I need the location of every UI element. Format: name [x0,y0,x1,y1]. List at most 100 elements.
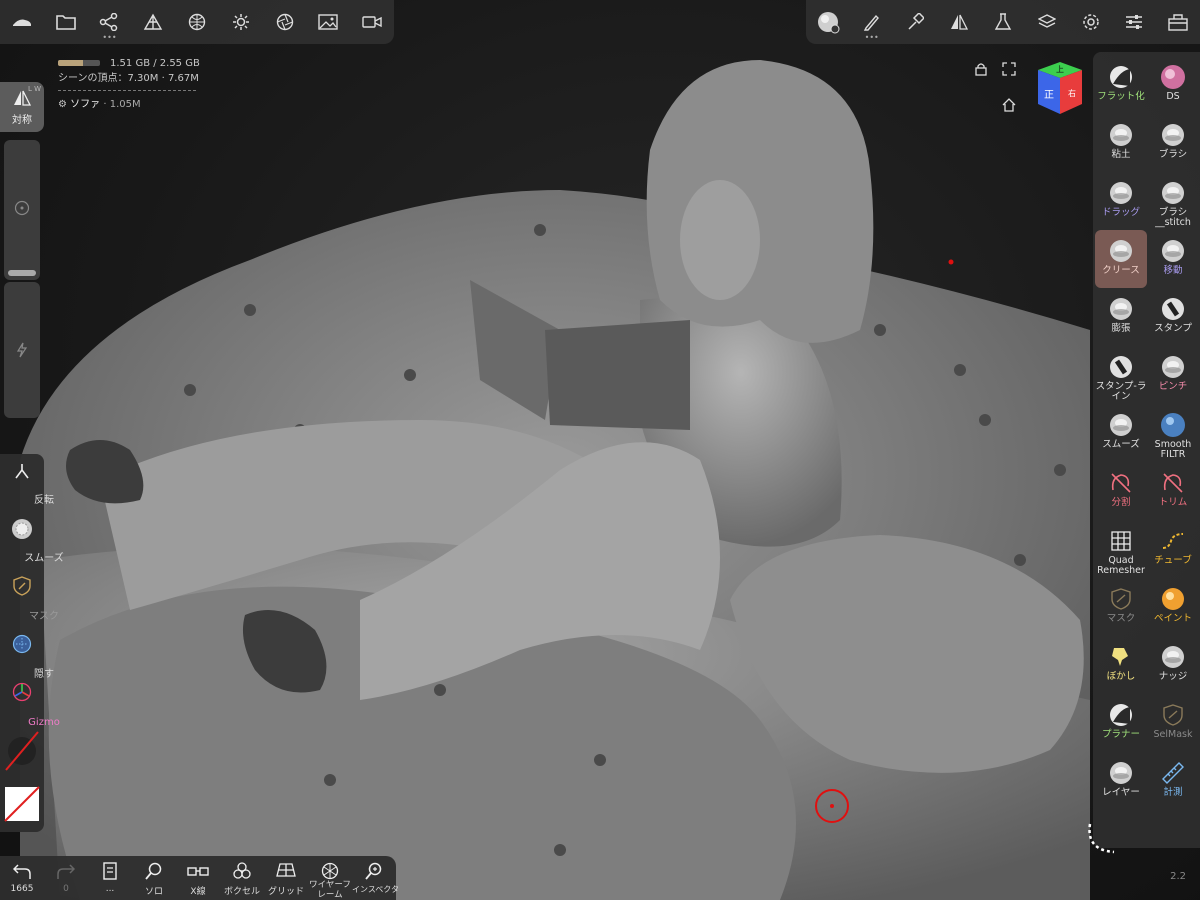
redo-button[interactable]: 0 [44,856,88,900]
radius-icon [14,200,30,216]
tool-smooth[interactable]: スムーズ [1095,404,1147,462]
tool-paint[interactable]: ペイント [1147,578,1199,636]
tool-layer[interactable]: レイヤー [1095,752,1147,810]
inflate-label: 膨張 [1111,323,1131,334]
material-button[interactable] [175,0,219,44]
tool-pinch[interactable]: ピンチ [1147,346,1199,404]
inspector-button[interactable]: インスペクタ [352,856,399,900]
view-cube[interactable]: 上 正 右 [1030,60,1086,116]
solo-label: ソロ [144,887,163,897]
sculpt-viewport[interactable] [0,0,1200,900]
tool-ds[interactable]: DS [1147,56,1199,114]
layers-button[interactable] [1025,0,1069,44]
symmetry-toggle[interactable]: L W 対称 [0,82,44,132]
cube-front-label: 正 [1044,90,1054,101]
object-row[interactable]: ⚙ ソファ · 1.05M [58,97,200,112]
quad-remesher-icon [1108,528,1134,554]
tool-planar[interactable]: プラナー [1095,694,1147,752]
color-swatch-button[interactable] [4,784,40,824]
record-button[interactable] [350,0,394,44]
lighting-button[interactable] [219,0,263,44]
gizmo-button[interactable]: Gizmo [0,676,60,734]
tool-measure[interactable]: 計測 [1147,752,1199,810]
radius-thumb[interactable] [8,270,36,276]
mask-button[interactable]: マスク [0,570,59,628]
tool-flatten[interactable]: フラット化 [1095,56,1147,114]
tool-tube[interactable]: チューブ [1147,520,1199,578]
frame-button[interactable] [1002,62,1016,76]
history-button[interactable]: ... [88,856,132,900]
smooth-icon [11,518,33,540]
matcap-sphere-icon [816,10,840,34]
store-button[interactable] [1156,0,1200,44]
tool-brush-stitch[interactable]: ブラシ__stitch [1147,172,1199,230]
grid-button[interactable]: グリッド [264,856,308,900]
tool-stamp-line[interactable]: スタンプ-ライン [1095,346,1147,404]
wireframe-button[interactable]: ワイヤーフレーム [308,856,352,900]
background-button[interactable] [306,0,350,44]
xray-glasses-icon [187,862,209,880]
drag-label: ドラッグ [1101,207,1140,218]
tool-trim[interactable]: トリム [1147,462,1199,520]
invert-label: 反転 [34,495,54,506]
tool-selmask[interactable]: SelMask [1147,694,1199,752]
interface-button[interactable] [1112,0,1156,44]
home-view-button[interactable] [1002,98,1016,112]
wireframe-label: ワイヤーフレーム [309,880,351,900]
tool-split[interactable]: 分割 [1095,462,1147,520]
memory-bar [58,60,100,66]
magnifier-icon [145,862,163,880]
main-menu-button[interactable] [0,0,44,44]
inflate-icon [1108,296,1134,322]
radius-slider[interactable] [4,140,40,280]
xray-button[interactable]: X線 [176,856,220,900]
paint-icon [1160,586,1186,612]
topology-button[interactable] [131,0,175,44]
smooth-button[interactable]: スムーズ [0,512,64,570]
tool-brush[interactable]: ブラシ [1147,114,1199,172]
tool-move[interactable]: 移動 [1147,230,1199,288]
trim-icon [1160,470,1186,496]
tool-mask[interactable]: マスク [1095,578,1147,636]
material-swatch-button[interactable] [4,730,40,772]
tool-quad-remesher[interactable]: Quad Remesher [1095,520,1147,578]
postprocess-button[interactable] [263,0,307,44]
tools-settings-button[interactable] [981,0,1025,44]
stamp-line-label: スタンプ-ライン [1095,381,1147,402]
material-preview-button[interactable] [806,0,850,44]
stroke-button[interactable] [894,0,938,44]
symmetry-settings-button[interactable] [937,0,981,44]
gear-icon [1082,13,1100,31]
invert-button[interactable]: 反転 [0,454,54,512]
settings-button[interactable] [1069,0,1113,44]
memory-row: 1.51 GB / 2.55 GB [58,56,200,71]
info-divider [58,90,196,91]
tool-inflate[interactable]: 膨張 [1095,288,1147,346]
tool-clay[interactable]: 粘土 [1095,114,1147,172]
brush-settings-button[interactable]: ••• [850,0,894,44]
lock-camera-button[interactable] [974,62,988,76]
intensity-slider[interactable] [4,282,40,418]
history-dots: ... [105,884,115,894]
tool-stamp[interactable]: スタンプ [1147,288,1199,346]
tool-blur[interactable]: ぼかし [1095,636,1147,694]
tool-smooth-filter[interactable]: Smooth FILTR [1147,404,1199,462]
tool-nudge[interactable]: ナッジ [1147,636,1199,694]
panel-resize-handle[interactable] [1084,820,1124,860]
sofa-scene [20,60,1090,900]
drag-icon [1108,180,1134,206]
nudge-label: ナッジ [1158,671,1188,682]
invert-icon [13,462,31,480]
history-icon [102,862,118,880]
vertices-row: シーンの頂点：7.30M · 7.67M [58,71,200,86]
undo-button[interactable]: 1665 [0,856,44,900]
lightning-icon [16,342,28,358]
tool-drag[interactable]: ドラッグ [1095,172,1147,230]
voxel-button[interactable]: ボクセル [220,856,264,900]
files-button[interactable] [44,0,88,44]
scene-button[interactable]: ••• [88,0,132,44]
tools-panel: フラット化 DS 粘土 ブラシドラッグ ブラシ__stitch クリース 移動膨張 スタンプス… [1093,52,1200,848]
solo-button[interactable]: ソロ [132,856,176,900]
aperture-icon [276,13,294,31]
tool-crease[interactable]: クリース [1095,230,1147,288]
